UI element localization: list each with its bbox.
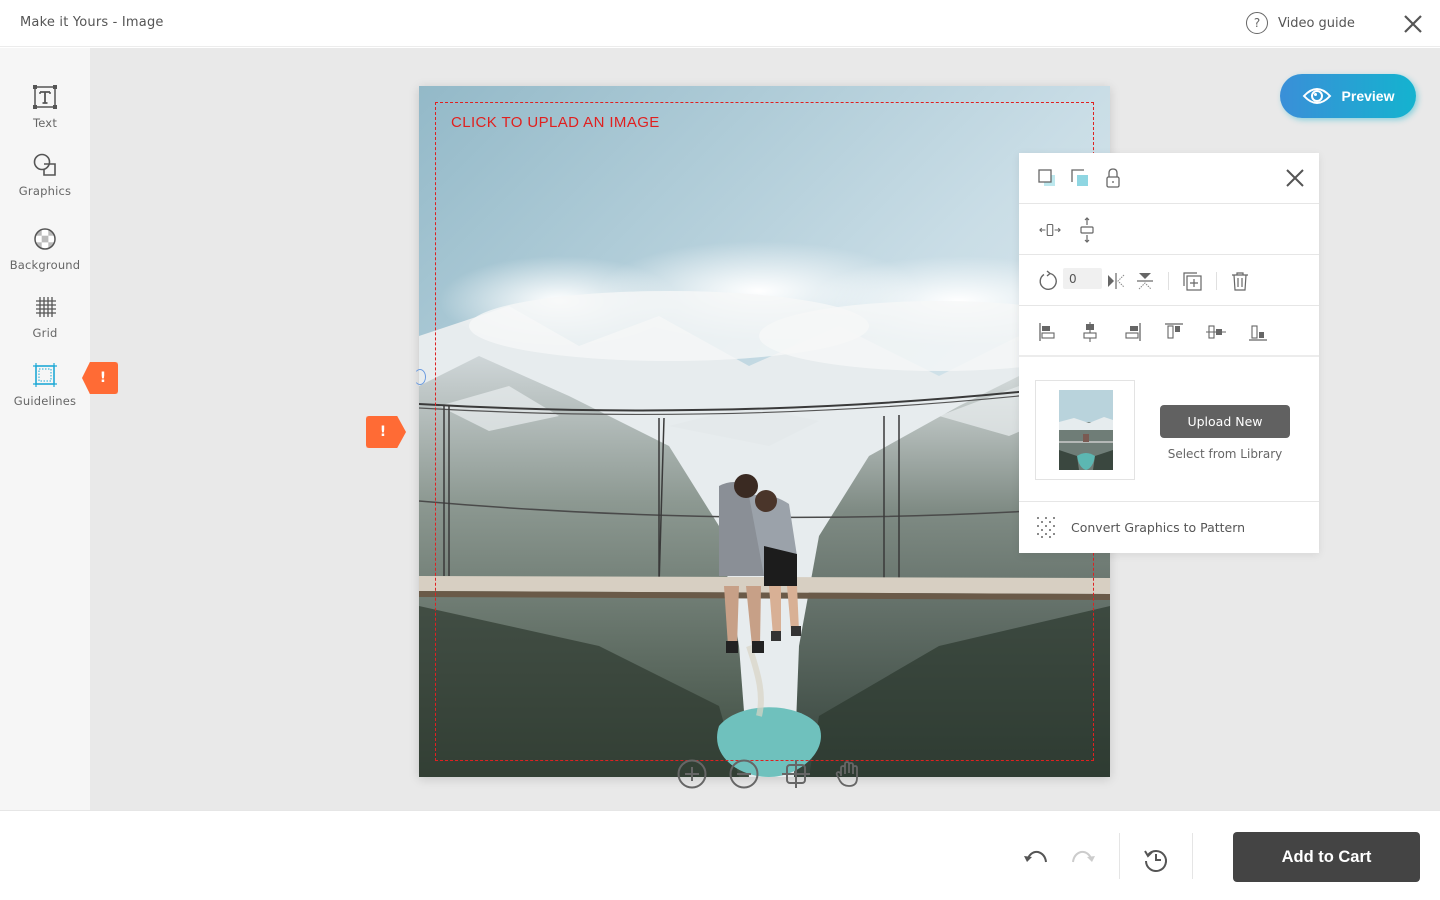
sidebar-label-graphics: Graphics	[18, 184, 72, 198]
video-guide-label: Video guide	[1278, 15, 1355, 31]
sidebar-item-grid[interactable]: Grid	[0, 294, 90, 340]
sidebar-item-guidelines[interactable]: Guidelines	[0, 362, 90, 408]
pan-hand-icon[interactable]	[832, 758, 864, 790]
preview-button[interactable]: Preview	[1280, 74, 1416, 118]
convert-to-pattern-button[interactable]: Convert Graphics to Pattern	[1035, 516, 1245, 538]
convert-to-pattern-label: Convert Graphics to Pattern	[1071, 519, 1246, 535]
pattern-icon	[1037, 517, 1055, 538]
select-from-library-link[interactable]: Select from Library	[1160, 447, 1290, 461]
divider	[1192, 833, 1193, 879]
sidebar-item-background[interactable]: Background	[0, 226, 90, 272]
sidebar-item-graphics[interactable]: Graphics	[0, 152, 90, 198]
panel-layer-row	[1019, 153, 1319, 204]
align-center-horizontal-icon[interactable]	[1079, 321, 1101, 343]
rotate-icon[interactable]	[1037, 270, 1059, 292]
add-to-cart-button[interactable]: Add to Cart	[1233, 832, 1420, 882]
footer-bar: Add to Cart	[0, 810, 1440, 900]
header-bar: Make it Yours - Image ? Video guide	[0, 0, 1440, 47]
video-guide-link[interactable]: ? Video guide	[1246, 12, 1355, 34]
page-title: Make it Yours - Image	[20, 15, 164, 30]
upload-new-button[interactable]: Upload New	[1160, 405, 1290, 438]
tool-sidebar: Text Graphics Background Grid Guidelines	[0, 48, 90, 810]
text-icon	[33, 85, 57, 109]
history-icon[interactable]	[1142, 846, 1170, 874]
background-icon	[34, 228, 56, 250]
duplicate-icon[interactable]	[1181, 270, 1203, 292]
canvas-photo	[419, 86, 1110, 777]
help-circle-icon: ?	[1246, 12, 1268, 34]
eye-icon	[1302, 88, 1331, 104]
thumbnail-photo	[1059, 390, 1113, 470]
undo-icon[interactable]	[1021, 846, 1049, 874]
shapes-icon	[33, 153, 56, 176]
close-icon[interactable]	[1401, 12, 1425, 36]
send-backward-icon[interactable]	[1069, 167, 1091, 189]
divider	[1216, 272, 1217, 290]
align-bottom-icon[interactable]	[1247, 321, 1269, 343]
delete-icon[interactable]	[1229, 270, 1251, 292]
sidebar-label-grid: Grid	[32, 326, 58, 340]
align-middle-vertical-icon[interactable]	[1205, 321, 1227, 343]
guidelines-icon	[33, 363, 57, 387]
flip-vertical-icon[interactable]	[1134, 270, 1156, 292]
grid-icon	[36, 297, 56, 317]
redo-icon[interactable]	[1070, 846, 1098, 874]
close-panel-icon[interactable]	[1283, 166, 1307, 190]
zoom-out-icon[interactable]	[728, 758, 760, 790]
divider	[1019, 501, 1319, 502]
align-left-icon[interactable]	[1037, 321, 1059, 343]
align-right-icon[interactable]	[1121, 321, 1143, 343]
divider	[1168, 272, 1169, 290]
zoom-in-icon[interactable]	[676, 758, 708, 790]
flip-horizontal-icon[interactable]	[1105, 270, 1127, 292]
upload-image-hint[interactable]: CLICK TO UPLAD AN IMAGE	[451, 114, 660, 131]
sidebar-label-guidelines: Guidelines	[13, 394, 77, 408]
panel-align-row	[1019, 306, 1319, 357]
preview-label: Preview	[1341, 88, 1395, 104]
sidebar-label-background: Background	[9, 258, 81, 272]
lock-icon[interactable]	[1102, 167, 1124, 189]
panel-stretch-row	[1019, 204, 1319, 255]
resize-handle[interactable]	[414, 369, 426, 385]
sidebar-label-text: Text	[32, 116, 58, 130]
bring-forward-icon[interactable]	[1036, 167, 1058, 189]
align-top-icon[interactable]	[1163, 321, 1185, 343]
divider	[1119, 833, 1120, 879]
zoom-controls	[676, 758, 864, 790]
image-thumbnail[interactable]	[1035, 380, 1135, 480]
sidebar-item-text[interactable]: Text	[0, 84, 90, 130]
stretch-horizontal-icon[interactable]	[1039, 219, 1061, 241]
image-properties-panel: Upload New Select from Library Convert G…	[1019, 153, 1319, 553]
design-canvas[interactable]	[419, 86, 1110, 777]
fit-to-screen-icon[interactable]	[780, 758, 812, 790]
rotation-angle-input[interactable]	[1063, 268, 1102, 289]
stretch-vertical-icon[interactable]	[1076, 217, 1098, 243]
